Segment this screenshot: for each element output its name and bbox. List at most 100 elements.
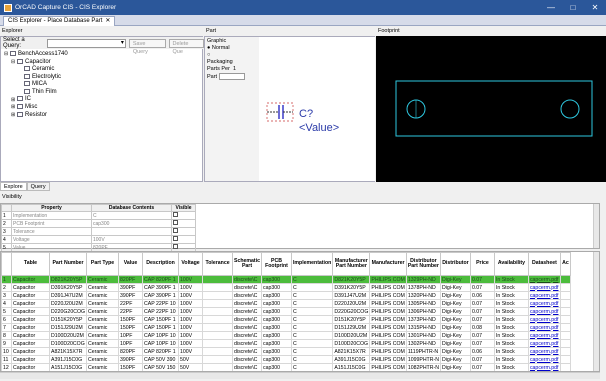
visibility-row[interactable]: 2 PCB Footprint cap300 (1, 219, 196, 228)
visible-checkbox[interactable] (173, 228, 178, 233)
parts-table-hscrollbar[interactable] (0, 372, 600, 379)
datasheet-link[interactable]: capcerm.pdf (527, 315, 561, 324)
schematic-part-select[interactable]: discrete\C (232, 363, 262, 371)
parts-col-header[interactable]: Value (118, 252, 144, 276)
schematic-part-select[interactable]: discrete\C (232, 307, 262, 316)
part-select[interactable] (218, 73, 245, 80)
datasheet-link[interactable]: capcerm.pdf (527, 307, 561, 316)
schematic-part-select[interactable]: discrete\C (232, 275, 262, 284)
parts-row[interactable]: 7 Capacitor D151J29U2M Ceramic 150PF CAP 150P… (1, 323, 571, 332)
visible-checkbox[interactable] (173, 236, 178, 241)
tree-toggle-icon[interactable]: ⊞ (11, 112, 16, 120)
minimize-button[interactable]: — (540, 0, 562, 15)
parts-row[interactable]: 3 Capacitor D391J47U2M Ceramic 390PF CAP 390P… (1, 291, 571, 300)
tree-node[interactable]: Thin Film (4, 88, 68, 97)
parts-row[interactable]: 5 Capacitor D220G20COG Ceramic 22PF CAP 22PF … (1, 307, 571, 316)
parts-col-header[interactable]: Part Type (86, 252, 120, 276)
datasheet-link[interactable]: capcerm.pdf (527, 347, 561, 356)
tab-cis-explorer[interactable]: CIS Explorer - Place Database Part ✕ (3, 16, 116, 26)
parts-col-header[interactable]: Description (142, 252, 180, 276)
parts-col-header[interactable]: Availability (493, 252, 529, 276)
parts-row[interactable]: 1 Capacitor D821K20Y5P Ceramic 820PF CAP 820P… (1, 275, 571, 284)
visibility-row[interactable]: 3 Tolerance (1, 227, 196, 236)
table-icon (17, 58, 23, 64)
visible-checkbox[interactable] (173, 220, 178, 225)
parts-cell: 7 (1, 323, 12, 332)
datasheet-link[interactable]: capcerm.pdf (527, 339, 561, 348)
visibility-scrollbar[interactable] (593, 204, 599, 248)
datasheet-link[interactable]: capcerm.pdf (527, 283, 561, 292)
parts-col-header[interactable]: PCB Footprint (260, 252, 292, 276)
tree-toggle-icon[interactable]: ⊞ (11, 104, 16, 112)
tree-node[interactable]: Electrolytic (4, 73, 68, 82)
query-select[interactable] (46, 38, 126, 48)
parts-col-header[interactable]: Tolerance (202, 252, 234, 276)
schematic-part-select[interactable]: discrete\C (232, 339, 262, 348)
schematic-part-select[interactable]: discrete\C (232, 299, 262, 308)
parts-col-header[interactable]: Manufacturer (369, 252, 407, 276)
parts-row[interactable]: 11 Capacitor A391J15C0G Ceramic 390PF CAP 50V… (1, 355, 571, 364)
visibility-row[interactable]: 4 Voltage 100V (1, 235, 196, 244)
parts-row[interactable]: 4 Capacitor D220J20U2M Ceramic 22PF CAP 22PF … (1, 299, 571, 308)
tree-node[interactable]: ⊞ Misc (4, 104, 68, 112)
datasheet-link[interactable]: capcerm.pdf (527, 299, 561, 308)
datasheet-link[interactable]: capcerm.pdf (527, 323, 561, 332)
tree-node[interactable]: Ceramic (4, 66, 68, 74)
tree-node[interactable]: ⊞ IC (4, 96, 68, 104)
parts-col-header[interactable]: Part Number (48, 252, 88, 276)
parts-table-vscrollbar[interactable] (593, 252, 599, 371)
close-window-button[interactable]: ✕ (584, 0, 606, 15)
schematic-part-select[interactable]: discrete\C (232, 331, 262, 340)
parts-row[interactable]: 10 Capacitor A821K15X7R Ceramic 820PF CAP 820… (1, 347, 571, 356)
schematic-part-select[interactable]: discrete\C (232, 283, 262, 292)
normal-radio[interactable]: ● Normal (207, 45, 257, 52)
parts-col-header[interactable]: Distributor Part Number (405, 252, 441, 276)
parts-col-header[interactable]: Schematic Part (232, 252, 262, 276)
parts-col-header[interactable]: Datasheet (527, 252, 561, 276)
tree-node[interactable]: ⊟ BenchAccess1740 (4, 51, 68, 59)
visibility-row[interactable]: 1 Implementation C (1, 211, 196, 220)
parts-col-header[interactable]: Manufacturer Part Number (332, 252, 371, 276)
tab-close-icon[interactable]: ✕ (105, 17, 110, 26)
parts-cell: 1306PH-ND (405, 307, 441, 316)
tree-node[interactable]: ⊞ Resistor (4, 111, 68, 120)
tree-node[interactable]: MICA (4, 81, 68, 89)
schematic-part-select[interactable]: discrete\C (232, 315, 262, 324)
delete-query-button[interactable]: Delete Que (168, 38, 204, 55)
parts-row[interactable]: 2 Capacitor D391K20Y5P Ceramic 390PF CAP 390P… (1, 283, 571, 292)
maximize-button[interactable]: □ (562, 0, 584, 15)
parts-col-header[interactable]: Price (469, 252, 495, 276)
tree-toggle-icon[interactable]: ⊟ (11, 59, 16, 67)
parts-cell: 100V (178, 299, 204, 308)
tree-toggle-icon[interactable]: ⊞ (11, 97, 16, 105)
datasheet-link[interactable]: capcerm.pdf (527, 275, 561, 284)
parts-row[interactable]: 6 Capacitor D151K20Y5P Ceramic 150PF CAP 150P… (1, 315, 571, 324)
parts-row[interactable]: 8 Capacitor D100D20U2M Ceramic 10PF CAP 10PF … (1, 331, 571, 340)
visible-checkbox[interactable] (173, 212, 178, 217)
schematic-part-select[interactable]: discrete\C (232, 355, 262, 364)
parts-row[interactable]: 9 Capacitor D100D20COG Ceramic 10PF CAP 10PF … (1, 339, 571, 348)
tree-toggle-icon[interactable]: ⊟ (4, 51, 9, 59)
datasheet-link[interactable]: capcerm.pdf (527, 291, 561, 300)
datasheet-link[interactable]: capcerm.pdf (527, 363, 561, 371)
parts-cell: 100V (178, 283, 204, 292)
datasheet-link[interactable]: capcerm.pdf (527, 331, 561, 340)
parts-col-header[interactable]: Implementation (290, 252, 334, 276)
visible-checkbox[interactable] (173, 244, 178, 249)
parts-row[interactable]: 12 Capacitor A151J15C0G Ceramic 150PF CAP 50V… (1, 363, 571, 371)
tree-node[interactable]: ⊟ Capacitor (4, 58, 68, 67)
parts-col-header[interactable] (1, 252, 12, 276)
parts-col-header[interactable]: Table (11, 252, 50, 276)
tab-query[interactable]: Query (26, 182, 50, 191)
schematic-part-select[interactable]: discrete\C (232, 323, 262, 332)
tab-explore[interactable]: Explore (0, 182, 27, 191)
save-query-button[interactable]: Save Query (128, 38, 166, 55)
datasheet-link[interactable]: capcerm.pdf (527, 355, 561, 364)
parts-col-header[interactable]: Voltage (178, 252, 204, 276)
parts-col-header[interactable]: Ac (559, 252, 571, 276)
schematic-part-select[interactable]: discrete\C (232, 291, 262, 300)
schematic-part-select[interactable]: discrete\C (232, 347, 262, 356)
part-select-row: Part (207, 73, 257, 81)
parts-cell: 0.07 (469, 363, 495, 371)
parts-col-header[interactable]: Distributor (439, 252, 471, 276)
